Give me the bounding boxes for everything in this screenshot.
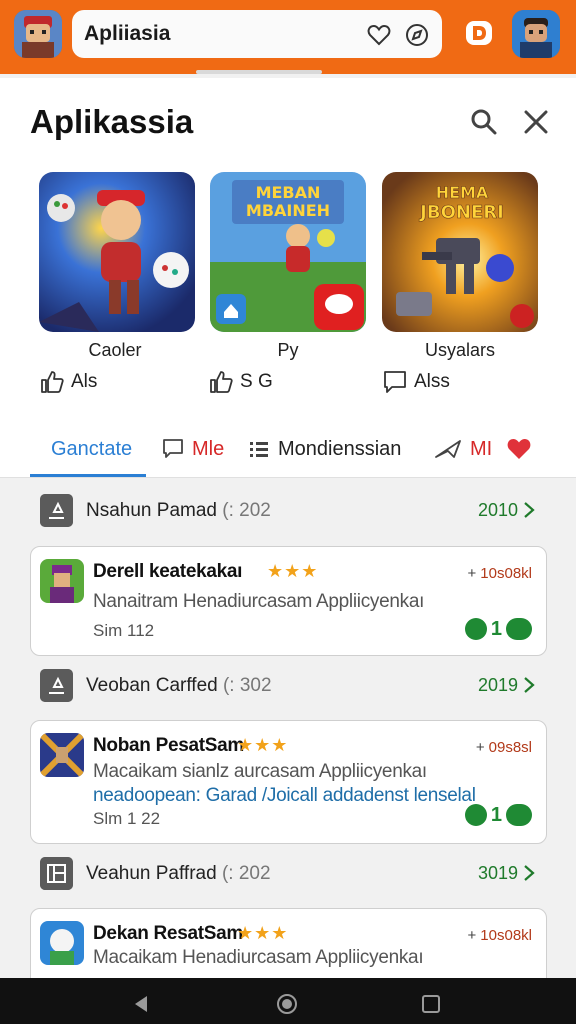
thumbs-up-icon xyxy=(41,371,64,393)
check-icon xyxy=(464,804,487,826)
game-card-art-1[interactable] xyxy=(39,172,195,332)
app-icon xyxy=(40,921,84,965)
app-version: Sim 112 xyxy=(93,621,155,640)
game-meta-label: Alss xyxy=(414,371,450,392)
check-icon xyxy=(464,618,487,640)
chat-icon xyxy=(384,371,406,393)
app-version: Slm 1 22 xyxy=(93,809,161,828)
app-badge[interactable]: 1 xyxy=(464,801,532,829)
tab-label: MI xyxy=(470,437,493,460)
app-description: Macaikam Henadiurcasam Appliicyenkaı xyxy=(93,947,424,968)
app-icon xyxy=(40,733,84,777)
section-header[interactable]: Veoban Carffed (: 302 2019 xyxy=(40,669,540,703)
tabs-divider xyxy=(0,477,576,478)
game-name[interactable]: Py xyxy=(210,340,366,361)
game-meta-label: S G xyxy=(240,371,273,392)
user-avatar-left[interactable] xyxy=(14,10,62,58)
app-name: Derell keatekakaı xyxy=(93,561,243,582)
section-icon xyxy=(40,669,73,702)
game-art-title-2: MBAINEH xyxy=(246,201,330,220)
tab-label: Mondienssian xyxy=(278,437,402,460)
app-name: Dekan ResatSam xyxy=(93,923,243,944)
game-card-art-2[interactable]: MEBAN MBAINEH xyxy=(210,172,366,332)
chevron-right-icon xyxy=(524,677,535,693)
back-icon[interactable] xyxy=(132,994,150,1014)
chat-icon xyxy=(163,439,183,458)
section-count: 2010 xyxy=(477,500,518,520)
tab-bar: Ganctate Mle Mondienssian MI xyxy=(0,424,576,478)
game-meta[interactable]: Als xyxy=(39,368,97,396)
game-art-title-4: JBONERI xyxy=(418,202,504,223)
game-meta-label: Als xyxy=(71,371,98,392)
app-size: +09s8sl xyxy=(475,739,532,756)
tab-mondienssian[interactable]: Mondienssian xyxy=(248,434,401,464)
app-icon xyxy=(40,559,84,603)
app-name: Noban PesatSam xyxy=(93,735,245,756)
section-title: Veahun Paffrad (: 202 xyxy=(86,863,271,884)
app-rating-stars: ★★★ xyxy=(267,561,319,581)
tab-ganctate[interactable]: Ganctate xyxy=(51,434,132,464)
app-badge-count: 1 xyxy=(490,617,502,640)
home-icon[interactable] xyxy=(276,993,298,1015)
search-icon[interactable] xyxy=(470,108,498,136)
chat-bubble-icon xyxy=(506,618,532,640)
recents-icon[interactable] xyxy=(421,994,441,1014)
section-icon xyxy=(40,857,73,890)
tab-label: Mle xyxy=(192,437,225,460)
section-count: 2019 xyxy=(477,675,518,695)
share-icon xyxy=(435,440,461,458)
app-rating-stars: ★★★ xyxy=(237,735,289,755)
game-meta[interactable]: Alss xyxy=(382,368,450,396)
user-avatar-right[interactable] xyxy=(512,10,560,58)
app-badge-count: 1 xyxy=(490,803,502,826)
compass-icon[interactable] xyxy=(404,22,430,48)
game-card-art-3[interactable]: HEMA JBONERI xyxy=(382,172,538,332)
list-icon xyxy=(250,442,268,457)
game-art-title-1: MEBAN xyxy=(256,183,321,202)
heart-icon[interactable] xyxy=(366,22,392,48)
app-badge[interactable]: 1 xyxy=(464,615,532,643)
logo-d-icon[interactable] xyxy=(464,18,494,48)
game-art-title-3: HEMA xyxy=(436,183,489,202)
chat-bubble-icon xyxy=(506,804,532,826)
game-meta[interactable]: S G xyxy=(208,368,273,396)
game-name[interactable]: Usyalars xyxy=(382,340,538,361)
app-card[interactable]: Noban PesatSam ★★★ +09s8sl Macaikam sian… xyxy=(30,720,547,844)
search-bar[interactable]: Apliiasia xyxy=(72,10,442,58)
tab-mle[interactable]: Mle xyxy=(162,434,224,464)
system-navigation-bar xyxy=(0,978,576,1024)
section-title: Veoban Carffed (: 302 xyxy=(86,675,272,696)
chevron-right-icon xyxy=(524,502,535,518)
section-count: 3019 xyxy=(477,863,518,883)
page-title: Aplikassia xyxy=(30,103,194,140)
app-card[interactable]: Derell keatekakaı ★★★ +10s08kl Nanaitram… xyxy=(30,546,547,656)
sheet-drag-handle[interactable] xyxy=(196,70,322,74)
app-rating-stars: ★★★ xyxy=(237,923,289,943)
app-description: Nanaitram Henadiurcasam Appliicyenkaı xyxy=(93,591,425,612)
heart-icon xyxy=(507,439,531,459)
tab-label: Ganctate xyxy=(51,437,133,460)
section-header[interactable]: Nsahun Pamad (: 202 2010 xyxy=(40,494,540,528)
section-header[interactable]: Veahun Paffrad (: 202 3019 xyxy=(40,857,540,891)
search-text: Apliiasia xyxy=(84,22,171,45)
app-description: Macaikam sianlz aurcasam Appliicyenkaı xyxy=(93,761,427,782)
chevron-right-icon xyxy=(524,865,535,881)
tab-mi[interactable]: MI xyxy=(434,434,532,464)
section-title: Nsahun Pamad (: 202 xyxy=(86,500,271,521)
app-size: +10s08kl xyxy=(467,927,532,944)
thumbs-up-icon xyxy=(210,371,233,393)
app-card[interactable]: Dekan ResatSam ★★★ +10s08kl Macaikam Hen… xyxy=(30,908,547,988)
app-description-link[interactable]: neadoopean: Garad /Joicall addadenst len… xyxy=(93,785,476,807)
section-icon xyxy=(40,494,73,527)
game-name[interactable]: Caoler xyxy=(37,340,193,361)
close-icon[interactable] xyxy=(522,108,550,136)
app-size: +10s08kl xyxy=(467,565,532,582)
